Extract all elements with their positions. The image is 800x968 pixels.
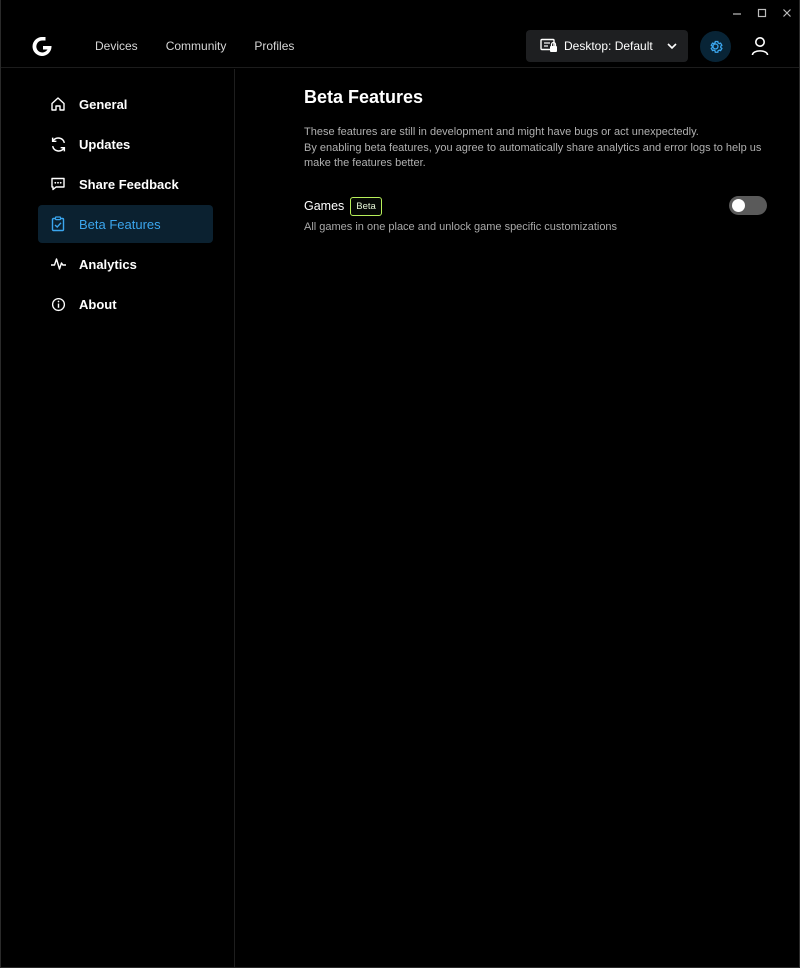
close-button[interactable]: [774, 0, 799, 26]
pulse-icon: [49, 255, 67, 273]
sidebar-item-label: Updates: [79, 136, 131, 152]
sidebar-item-analytics[interactable]: Analytics: [38, 245, 213, 283]
nav-devices[interactable]: Devices: [95, 39, 138, 53]
gear-icon: [710, 40, 723, 53]
profile-selector[interactable]: Desktop: Default: [526, 30, 688, 62]
feature-description: All games in one place and unlock game s…: [304, 221, 618, 233]
sidebar-item-share-feedback[interactable]: Share Feedback: [38, 165, 213, 203]
toggle-knob: [732, 199, 745, 212]
sidebar-item-general[interactable]: General: [38, 85, 213, 123]
sidebar-item-label: Share Feedback: [79, 176, 179, 192]
sidebar-item-label: Beta Features: [79, 216, 161, 232]
close-icon: [782, 9, 791, 17]
settings-button[interactable]: [700, 31, 731, 62]
app-window: Devices Community Profiles Desktop: Defa…: [0, 0, 800, 968]
top-bar: Devices Community Profiles Desktop: Defa…: [1, 26, 799, 68]
home-icon: [49, 95, 67, 113]
description-line: By enabling beta features, you agree to …: [304, 141, 762, 170]
profile-selector-label: Desktop: Default: [564, 39, 653, 53]
sidebar-item-label: About: [79, 296, 117, 312]
window-controls: [724, 0, 799, 26]
logitech-g-logo-icon[interactable]: [31, 35, 53, 59]
refresh-icon: [49, 135, 67, 153]
sidebar-list: General Updates Share Feedback Beta Feat…: [38, 85, 213, 325]
nav-community[interactable]: Community: [166, 39, 227, 53]
feedback-icon: [49, 175, 67, 193]
user-icon: [751, 37, 769, 56]
clipboard-check-icon: [49, 215, 67, 233]
minimize-icon: [732, 13, 741, 15]
feature-name: Games: [304, 199, 345, 213]
sidebar-item-updates[interactable]: Updates: [38, 125, 213, 163]
sidebar-item-label: Analytics: [79, 256, 137, 272]
games-feature-toggle[interactable]: [729, 196, 767, 215]
maximize-icon: [757, 8, 766, 18]
sidebar-item-beta-features[interactable]: Beta Features: [38, 205, 213, 243]
chevron-down-icon: [667, 43, 677, 50]
minimize-button[interactable]: [724, 0, 749, 26]
info-icon: [49, 295, 67, 313]
feature-header: Games Beta: [304, 195, 766, 217]
page-title: Beta Features: [304, 87, 424, 107]
top-navigation: Devices Community Profiles: [95, 26, 322, 66]
nav-profiles[interactable]: Profiles: [254, 39, 294, 53]
main-content: Beta Features These features are still i…: [236, 69, 799, 967]
sidebar-item-label: General: [79, 96, 128, 112]
account-button[interactable]: [749, 34, 771, 58]
feature-row-games: Games Beta All games in one place and un…: [304, 195, 766, 233]
maximize-button[interactable]: [749, 0, 774, 26]
page-description: These features are still in development …: [304, 125, 764, 172]
description-line: These features are still in development …: [304, 126, 699, 138]
desktop-lock-icon: [540, 38, 557, 52]
beta-badge: Beta: [350, 196, 382, 216]
sidebar-item-about[interactable]: About: [38, 285, 213, 323]
settings-sidebar: General Updates Share Feedback Beta Feat…: [1, 69, 235, 967]
